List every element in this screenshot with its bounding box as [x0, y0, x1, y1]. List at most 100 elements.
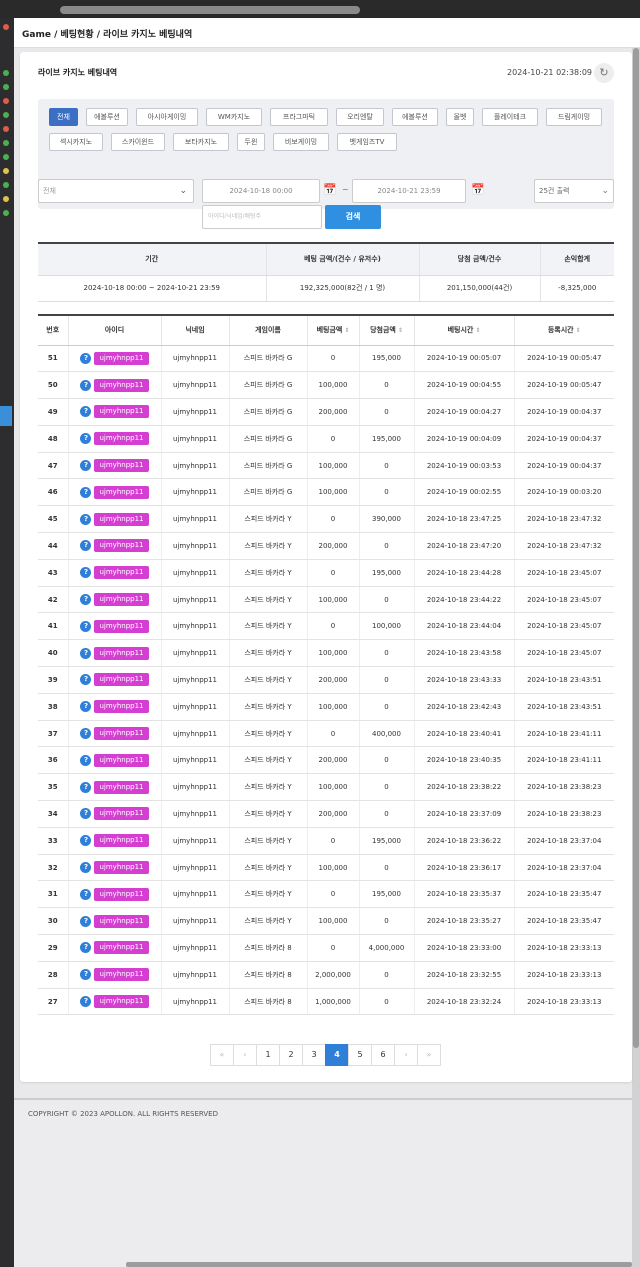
user-id-badge[interactable]: ujmyhnpp11	[94, 807, 149, 821]
sort-icon[interactable]: ⇕	[344, 327, 349, 334]
info-icon[interactable]: ?	[80, 540, 92, 552]
vendor-tab[interactable]: 아시아게이밍	[136, 108, 198, 126]
vendor-tab[interactable]: 프라그마틱	[270, 108, 328, 126]
page-button[interactable]: 5	[348, 1044, 372, 1066]
user-id-badge[interactable]: ujmyhnpp11	[94, 995, 149, 1009]
first-page-button[interactable]: «	[210, 1044, 234, 1066]
column-header-win-amount[interactable]: 당첨금액 ⇕	[359, 314, 415, 346]
user-id-badge[interactable]: ujmyhnpp11	[94, 834, 149, 848]
search-button[interactable]: 검색	[325, 205, 381, 229]
vendor-tab[interactable]: 보타카지노	[173, 133, 229, 151]
user-id-badge[interactable]: ujmyhnpp11	[94, 861, 149, 875]
vendor-tab[interactable]: 벳게임즈TV	[337, 133, 397, 151]
info-icon[interactable]: ?	[80, 567, 92, 579]
column-header-bet-amount[interactable]: 베팅금액 ⇕	[307, 314, 360, 346]
nav-dot-icon[interactable]	[3, 210, 9, 216]
category-select[interactable]: 전체 ⌄	[38, 179, 194, 203]
user-id-badge[interactable]: ujmyhnpp11	[94, 887, 149, 901]
info-icon[interactable]: ?	[80, 379, 92, 391]
page-size-select[interactable]: 25건 출력 ⌄	[534, 179, 614, 203]
column-header-bet-time[interactable]: 베팅시간 ⇕	[414, 314, 515, 346]
info-icon[interactable]: ?	[80, 781, 92, 793]
vendor-tab[interactable]: 오리엔탈	[336, 108, 384, 126]
nav-dot-icon[interactable]	[3, 140, 9, 146]
info-icon[interactable]: ?	[80, 486, 92, 498]
user-id-badge[interactable]: ujmyhnpp11	[94, 673, 149, 687]
nav-dot-icon[interactable]	[3, 24, 9, 30]
nav-dot-icon[interactable]	[3, 84, 9, 90]
user-id-badge[interactable]: ujmyhnpp11	[94, 459, 149, 473]
info-icon[interactable]: ?	[80, 352, 92, 364]
sort-icon[interactable]: ⇕	[576, 327, 581, 334]
user-id-badge[interactable]: ujmyhnpp11	[94, 351, 149, 365]
user-id-badge[interactable]: ujmyhnpp11	[94, 914, 149, 928]
info-icon[interactable]: ?	[80, 754, 92, 766]
info-icon[interactable]: ?	[80, 888, 92, 900]
column-header-reg-time[interactable]: 등록시간 ⇕	[514, 314, 614, 346]
nav-dot-icon[interactable]	[3, 112, 9, 118]
sort-icon[interactable]: ⇕	[398, 327, 403, 334]
info-icon[interactable]: ?	[80, 969, 92, 981]
nav-dot-icon[interactable]	[3, 126, 9, 132]
user-id-badge[interactable]: ujmyhnpp11	[94, 941, 149, 955]
page-button[interactable]: 2	[279, 1044, 303, 1066]
user-id-badge[interactable]: ujmyhnpp11	[94, 780, 149, 794]
vendor-tab[interactable]: 전체	[49, 108, 78, 126]
vendor-tab[interactable]: 에볼루션	[392, 108, 438, 126]
info-icon[interactable]: ?	[80, 996, 92, 1008]
info-icon[interactable]: ?	[80, 835, 92, 847]
user-id-badge[interactable]: ujmyhnpp11	[94, 753, 149, 767]
active-nav-indicator[interactable]	[0, 406, 12, 426]
vendor-tab[interactable]: 에볼루션	[86, 108, 128, 126]
next-page-button[interactable]: ›	[394, 1044, 418, 1066]
vertical-scrollbar[interactable]	[632, 48, 640, 1267]
prev-page-button[interactable]: ‹	[233, 1044, 257, 1066]
horizontal-scrollbar-bottom[interactable]	[126, 1262, 632, 1267]
info-icon[interactable]: ?	[80, 433, 92, 445]
nav-dot-icon[interactable]	[3, 182, 9, 188]
nav-dot-icon[interactable]	[3, 154, 9, 160]
vendor-tab[interactable]: 드림게이밍	[546, 108, 602, 126]
vendor-tab[interactable]: 두윈	[237, 133, 265, 151]
user-id-badge[interactable]: ujmyhnpp11	[94, 485, 149, 499]
nav-dot-icon[interactable]	[3, 98, 9, 104]
vendor-tab[interactable]: 올벳	[446, 108, 474, 126]
user-id-badge[interactable]: ujmyhnpp11	[94, 593, 149, 607]
vendor-tab[interactable]: 비보게이밍	[273, 133, 329, 151]
page-button[interactable]: 3	[302, 1044, 326, 1066]
info-icon[interactable]: ?	[80, 620, 92, 632]
info-icon[interactable]: ?	[80, 594, 92, 606]
sort-icon[interactable]: ⇕	[475, 327, 480, 334]
user-id-badge[interactable]: ujmyhnpp11	[94, 432, 149, 446]
nav-dot-icon[interactable]	[3, 70, 9, 76]
vendor-tab[interactable]: WM카지노	[206, 108, 262, 126]
page-button-current[interactable]: 4	[325, 1044, 349, 1066]
info-icon[interactable]: ?	[80, 862, 92, 874]
info-icon[interactable]: ?	[80, 808, 92, 820]
user-id-badge[interactable]: ujmyhnpp11	[94, 378, 149, 392]
nav-dot-icon[interactable]	[3, 168, 9, 174]
info-icon[interactable]: ?	[80, 674, 92, 686]
nav-dot-icon[interactable]	[3, 196, 9, 202]
info-icon[interactable]: ?	[80, 942, 92, 954]
user-id-badge[interactable]: ujmyhnpp11	[94, 539, 149, 553]
user-id-badge[interactable]: ujmyhnpp11	[94, 566, 149, 580]
calendar-icon[interactable]: 📅	[323, 183, 337, 196]
user-id-badge[interactable]: ujmyhnpp11	[94, 512, 149, 526]
user-id-badge[interactable]: ujmyhnpp11	[94, 646, 149, 660]
vendor-tab[interactable]: 섹시카지노	[49, 133, 103, 151]
info-icon[interactable]: ?	[80, 513, 92, 525]
info-icon[interactable]: ?	[80, 460, 92, 472]
user-id-badge[interactable]: ujmyhnpp11	[94, 968, 149, 982]
calendar-icon[interactable]: 📅	[471, 183, 485, 196]
user-id-badge[interactable]: ujmyhnpp11	[94, 619, 149, 633]
page-button[interactable]: 1	[256, 1044, 280, 1066]
date-start-input[interactable]: 2024-10-18 00:00	[202, 179, 320, 203]
user-id-badge[interactable]: ujmyhnpp11	[94, 405, 149, 419]
user-id-badge[interactable]: ujmyhnpp11	[94, 727, 149, 741]
date-end-input[interactable]: 2024-10-21 23:59	[352, 179, 466, 203]
horizontal-scrollbar[interactable]	[60, 6, 360, 14]
vertical-scrollbar-thumb[interactable]	[633, 48, 639, 1048]
info-icon[interactable]: ?	[80, 406, 92, 418]
refresh-button[interactable]: ↻	[594, 63, 614, 83]
